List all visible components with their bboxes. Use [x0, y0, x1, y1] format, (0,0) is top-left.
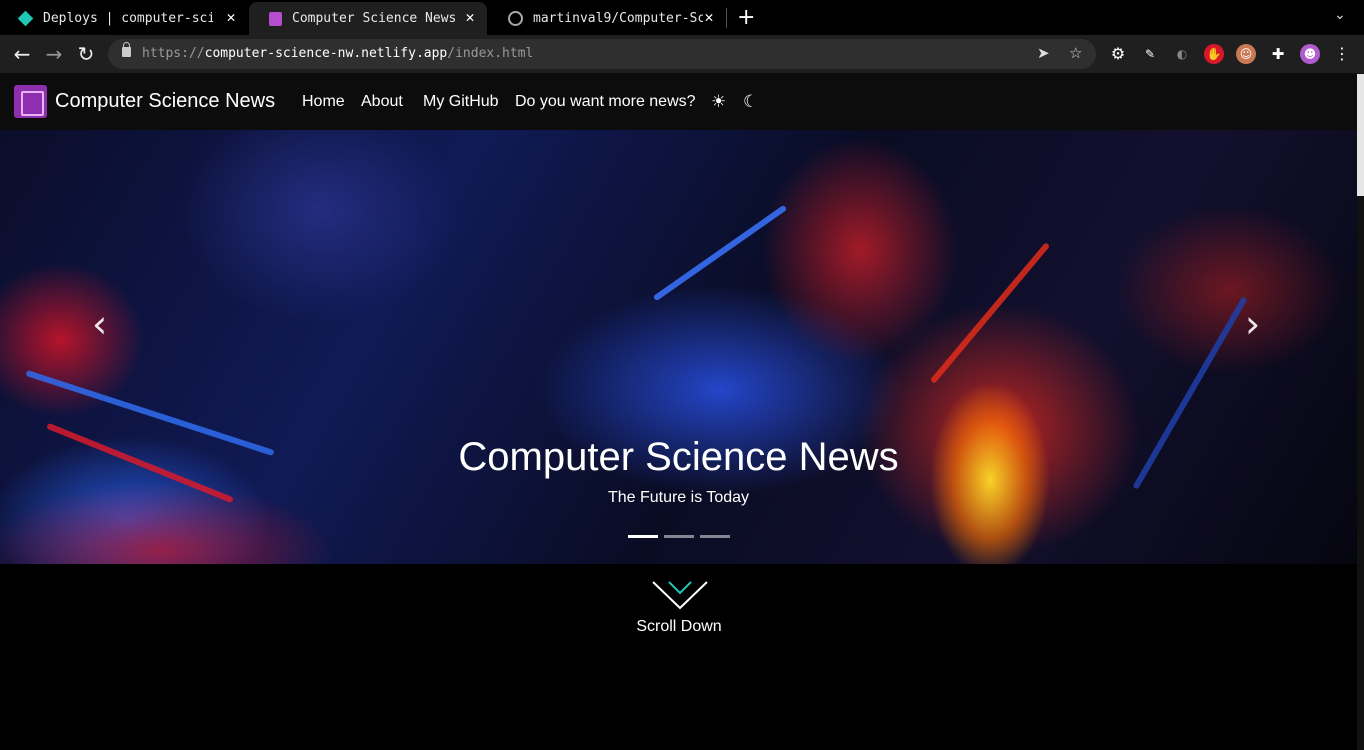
- sun-icon[interactable]: ☀: [711, 92, 726, 112]
- pen-extension-icon[interactable]: ✎: [1140, 44, 1160, 64]
- browser-toolbar: ← → ↻ https://computer-science-nw.netlif…: [0, 35, 1364, 73]
- tab-separator: [726, 8, 727, 28]
- hero-carousel: ‹ › Computer Science News The Future is …: [0, 130, 1357, 564]
- tab-deploys[interactable]: Deploys | computer-sci ✕: [0, 2, 248, 35]
- hero-subtitle: The Future is Today: [607, 489, 750, 506]
- nav-github[interactable]: My GitHub: [423, 93, 499, 111]
- face-extension-icon[interactable]: ☺: [1236, 44, 1256, 64]
- scrollbar-thumb[interactable]: [1357, 74, 1364, 196]
- reload-button[interactable]: ↻: [73, 41, 99, 67]
- url-scheme: https://: [142, 46, 205, 61]
- back-button[interactable]: ←: [9, 41, 35, 67]
- bookmark-star-icon[interactable]: ☆: [1069, 44, 1082, 62]
- book-icon: [269, 11, 282, 26]
- profile-avatar[interactable]: ☻: [1300, 44, 1320, 64]
- tab-title: Deploys | computer-sci: [43, 11, 213, 26]
- carousel-next-button[interactable]: ›: [1245, 302, 1260, 346]
- tab-title: martinval9/Computer-Sc: [533, 11, 703, 26]
- carousel-indicator-1[interactable]: [628, 535, 658, 538]
- forward-button[interactable]: →: [41, 41, 67, 67]
- close-icon[interactable]: ✕: [700, 8, 718, 26]
- address-bar[interactable]: https://computer-science-nw.netlify.app/…: [108, 39, 1096, 69]
- scroll-down-link[interactable]: Scroll Down: [620, 576, 738, 646]
- scroll-down-label: Scroll Down: [636, 618, 722, 635]
- brand-logo-icon[interactable]: [14, 85, 47, 118]
- background-streak: [652, 204, 788, 302]
- chevron-down-icon: [652, 581, 708, 610]
- github-icon: [508, 11, 523, 26]
- lock-icon[interactable]: [122, 42, 131, 57]
- carousel-indicator-2[interactable]: [664, 535, 694, 538]
- carousel-prev-button[interactable]: ‹: [92, 302, 107, 346]
- hero-title: Computer Science News: [458, 435, 899, 479]
- url-path: /index.html: [447, 46, 534, 61]
- nav-more-news[interactable]: Do you want more news?: [515, 93, 696, 111]
- url-host: computer-science-nw.netlify.app: [204, 46, 448, 61]
- puzzle-extensions-icon[interactable]: ✚: [1268, 44, 1288, 64]
- nav-about[interactable]: About: [361, 93, 403, 111]
- carousel-indicator-3[interactable]: [700, 535, 730, 538]
- tab-github-repo[interactable]: martinval9/Computer-Sc ✕: [488, 2, 726, 35]
- block-extension-icon[interactable]: ✋: [1204, 44, 1224, 64]
- url-text[interactable]: https://computer-science-nw.netlify.app/…: [142, 46, 533, 61]
- gear-extension-icon[interactable]: ⚙: [1108, 44, 1128, 64]
- camera-extension-icon[interactable]: ◐: [1172, 44, 1192, 64]
- close-icon[interactable]: ✕: [222, 8, 240, 26]
- tab-title: Computer Science News: [292, 11, 457, 26]
- site-navbar: Computer Science News Home About My GitH…: [0, 73, 1357, 130]
- tab-computer-science-news[interactable]: Computer Science News ✕: [249, 2, 487, 35]
- browser-tabstrip: Deploys | computer-sci ✕ Computer Scienc…: [0, 0, 1364, 35]
- moon-icon[interactable]: ☾: [743, 92, 758, 112]
- send-tab-icon[interactable]: ➤: [1037, 44, 1050, 62]
- netlify-diamond-icon: [17, 10, 34, 27]
- close-icon[interactable]: ✕: [461, 8, 479, 26]
- tab-search-chevron-icon[interactable]: ⌄: [1334, 7, 1346, 23]
- new-tab-button[interactable]: +: [737, 5, 755, 30]
- background-streak: [929, 242, 1051, 384]
- nav-home[interactable]: Home: [302, 93, 345, 111]
- brand-title[interactable]: Computer Science News: [55, 90, 275, 113]
- kebab-menu-icon[interactable]: ⋮: [1332, 44, 1352, 64]
